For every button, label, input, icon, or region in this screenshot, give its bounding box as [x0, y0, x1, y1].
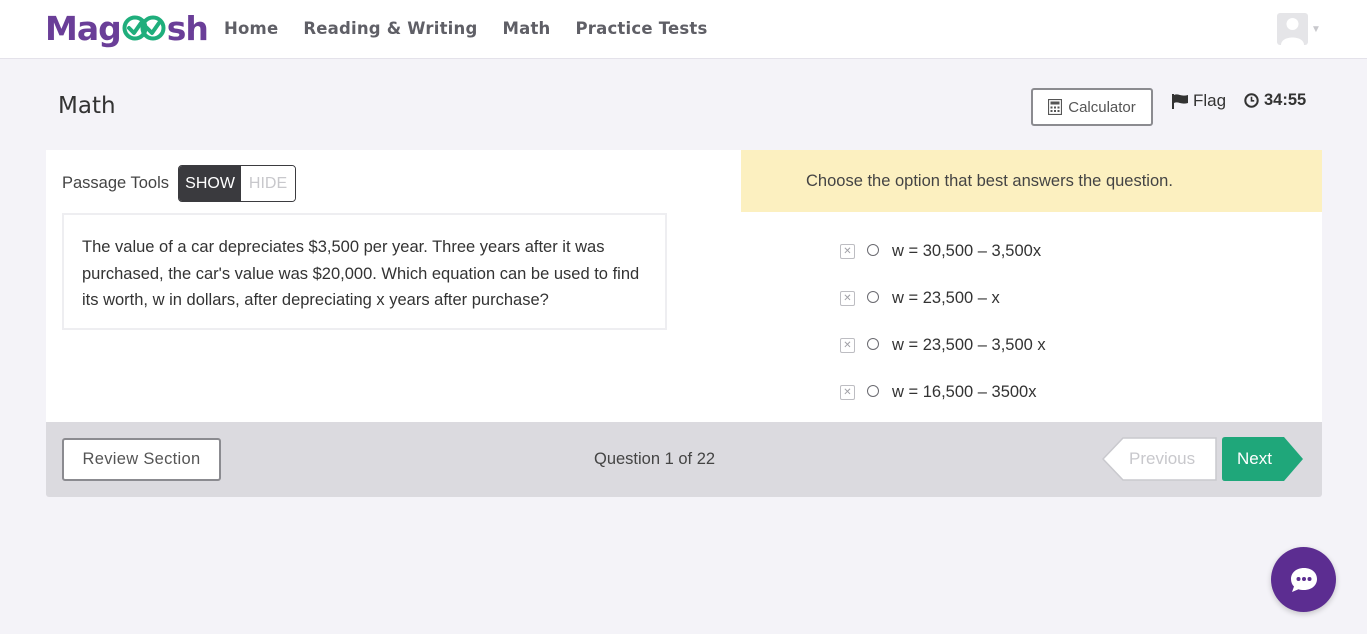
calculator-label: Calculator [1068, 98, 1136, 116]
main-nav: Home Reading & Writing Math Practice Tes… [224, 19, 732, 38]
next-button[interactable]: Next [1222, 437, 1304, 486]
chat-widget-button[interactable] [1271, 547, 1336, 612]
passage-tools: Passage Tools SHOW HIDE [62, 165, 297, 202]
passage-tools-label: Passage Tools [62, 174, 170, 192]
page-title: Math [58, 93, 116, 119]
user-menu[interactable]: ▼ [1277, 13, 1321, 45]
answer-option[interactable]: ✕ w = 23,500 – 3,500 x [840, 322, 1046, 369]
nav-home[interactable]: Home [224, 19, 278, 38]
eliminate-x-icon[interactable]: ✕ [840, 244, 855, 259]
eliminate-x-icon[interactable]: ✕ [840, 338, 855, 353]
logo-check-icon [122, 15, 166, 41]
previous-label: Previous [1129, 449, 1196, 468]
user-avatar-icon [1277, 13, 1308, 45]
logo-text-left: Mag [45, 8, 122, 48]
nav-practice-tests[interactable]: Practice Tests [575, 19, 707, 38]
show-toggle-button[interactable]: SHOW [179, 166, 242, 201]
option-label[interactable]: w = 23,500 – x [892, 289, 1000, 308]
magoosh-logo[interactable]: Mag sh [45, 8, 209, 48]
answer-option[interactable]: ✕ w = 30,500 – 3,500x [840, 228, 1046, 275]
option-radio[interactable] [867, 290, 879, 303]
hide-toggle-button[interactable]: HIDE [241, 166, 296, 201]
nav-reading-writing[interactable]: Reading & Writing [303, 19, 477, 38]
question-instructions: Choose the option that best answers the … [741, 150, 1322, 212]
previous-button[interactable]: Previous [1101, 437, 1217, 486]
calculator-icon [1048, 99, 1063, 115]
logo-text-right: sh [166, 8, 209, 48]
review-section-button[interactable]: Review Section [62, 438, 221, 481]
option-label[interactable]: w = 30,500 – 3,500x [892, 242, 1041, 261]
nav-math[interactable]: Math [502, 19, 550, 38]
answer-option[interactable]: ✕ w = 16,500 – 3500x [840, 369, 1046, 416]
option-radio[interactable] [867, 384, 879, 397]
timer: 34:55 [1244, 91, 1306, 110]
flag-icon [1172, 93, 1188, 109]
eliminate-x-icon[interactable]: ✕ [840, 385, 855, 400]
flag-button[interactable]: Flag [1172, 91, 1226, 111]
option-radio[interactable] [867, 337, 879, 350]
flag-label: Flag [1193, 91, 1227, 110]
eliminate-x-icon[interactable]: ✕ [840, 291, 855, 306]
passage-toggle: SHOW HIDE [178, 165, 297, 202]
option-label[interactable]: w = 23,500 – 3,500 x [892, 336, 1046, 355]
timer-value: 34:55 [1264, 91, 1307, 109]
option-label[interactable]: w = 16,500 – 3500x [892, 383, 1037, 402]
answer-options: ✕ w = 30,500 – 3,500x ✕ w = 23,500 – x ✕… [840, 228, 1046, 416]
clock-icon [1244, 93, 1259, 108]
question-counter: Question 1 of 22 [594, 450, 716, 468]
answer-option[interactable]: ✕ w = 23,500 – x [840, 275, 1046, 322]
top-navbar: Mag sh Home Reading & Writing Math Pract… [0, 0, 1367, 59]
passage-text: The value of a car depreciates $3,500 pe… [62, 213, 667, 330]
chevron-down-icon: ▼ [1311, 23, 1321, 35]
chat-bubble-icon [1290, 567, 1317, 592]
next-label: Next [1237, 449, 1272, 468]
option-radio[interactable] [867, 243, 879, 256]
calculator-button[interactable]: Calculator [1031, 88, 1153, 126]
